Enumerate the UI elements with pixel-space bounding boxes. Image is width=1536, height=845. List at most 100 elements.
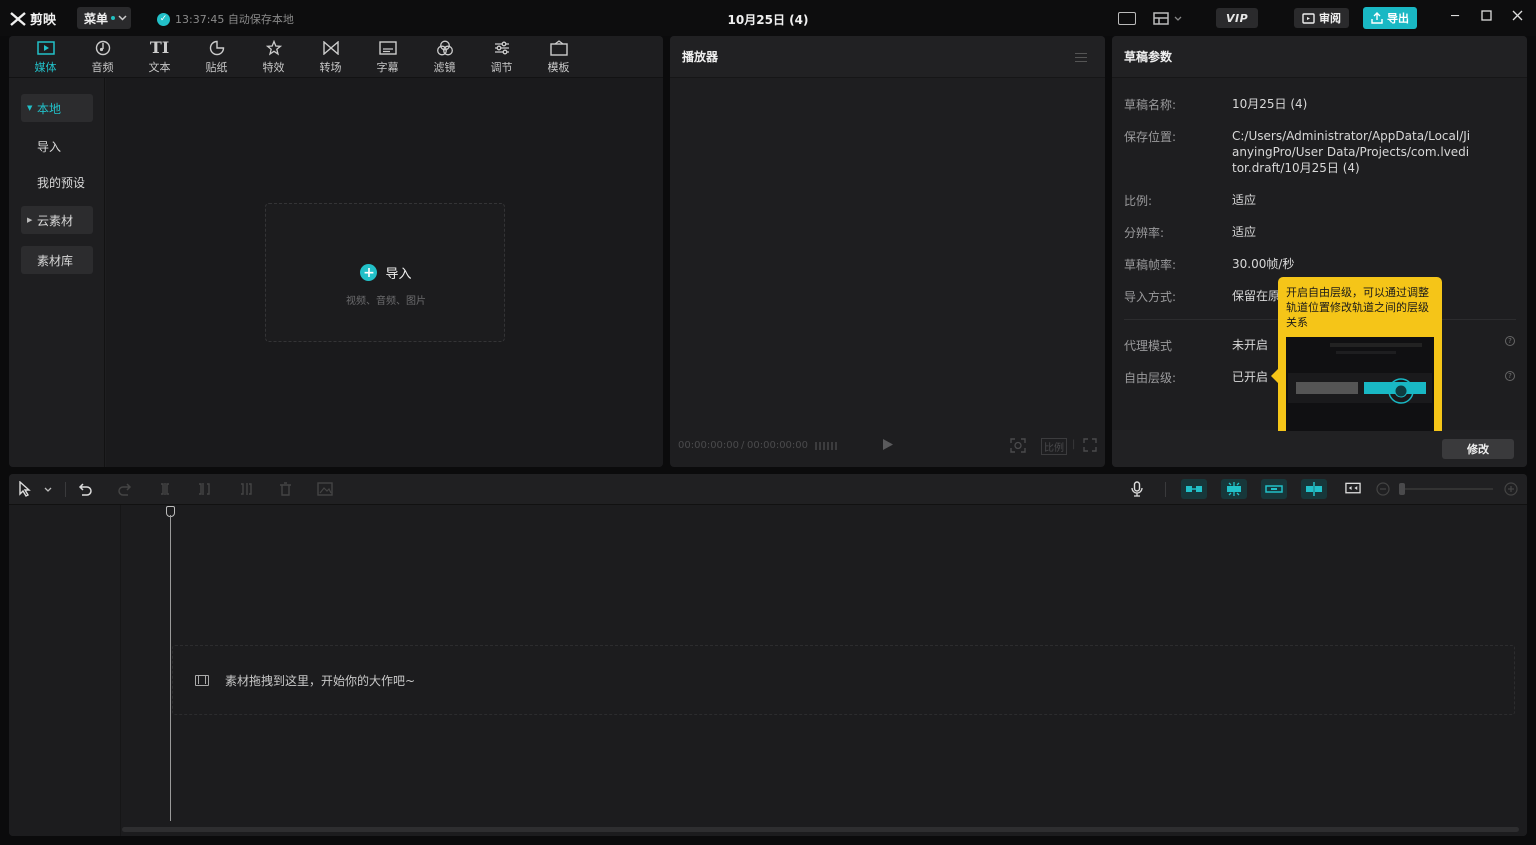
media-panel: 媒体 音频 TI 文本 贴纸 特效 转场 字幕 滤镜 调节 模板 ▼ 本地 导入… — [9, 36, 663, 467]
template-icon — [549, 39, 568, 56]
sidebar-item-presets[interactable]: 我的预设 — [21, 168, 93, 196]
media-sidebar: ▼ 本地 导入 我的预设 ▶ 云素材 素材库 — [9, 78, 105, 467]
split-icon[interactable] — [157, 481, 173, 497]
transition-icon — [322, 40, 340, 56]
menu-icon[interactable] — [1075, 53, 1087, 62]
delete-icon[interactable] — [277, 481, 293, 497]
sidebar-item-library[interactable]: 素材库 — [21, 246, 93, 274]
zoom-slider-track[interactable] — [1399, 488, 1493, 490]
timeline-panel: 素材拖拽到这里，开始你的大作吧~ — [9, 474, 1527, 836]
close-button[interactable] — [1510, 10, 1524, 24]
preview-axis-toggle[interactable] — [1301, 479, 1327, 499]
zoom-in-icon[interactable] — [1503, 481, 1519, 497]
horizontal-scrollbar[interactable] — [122, 827, 1519, 832]
select-cursor-icon[interactable] — [17, 481, 33, 497]
draft-title: 草稿参数 — [1124, 50, 1173, 64]
sidebar-item-cloud[interactable]: ▶ 云素材 — [21, 206, 93, 234]
subtitle-icon — [378, 40, 397, 56]
zoom-out-icon[interactable] — [1375, 481, 1391, 497]
timeline-dropzone[interactable]: 素材拖拽到这里，开始你的大作吧~ — [172, 645, 1515, 715]
media-icon — [36, 40, 55, 56]
tab-media[interactable]: 媒体 — [17, 36, 74, 78]
divider — [1165, 482, 1166, 497]
draft-footer: 修改 — [1112, 430, 1527, 467]
ratio-button[interactable]: 比例 — [1041, 438, 1067, 455]
microphone-icon[interactable] — [1129, 481, 1145, 497]
export-button[interactable]: 导出 — [1363, 7, 1417, 29]
magnet-icon — [1186, 486, 1202, 492]
film-icon — [195, 674, 209, 686]
menu-button[interactable]: 菜单 — [77, 7, 131, 29]
player-controls: 00:00:00:00 / 00:00:00:00 比例 | — [670, 423, 1105, 467]
help-icon[interactable]: ? — [1505, 371, 1515, 381]
effects-icon — [265, 39, 283, 56]
fullscreen-icon[interactable] — [1083, 438, 1097, 455]
shortcut-keyboard-icon[interactable] — [1118, 7, 1136, 29]
crop-image-icon[interactable] — [317, 481, 333, 497]
tab-sticker[interactable]: 贴纸 — [188, 36, 245, 78]
tab-label: 贴纸 — [205, 60, 228, 74]
timeline-preview-icon[interactable] — [1345, 481, 1361, 497]
current-time: 00:00:00:00 — [678, 439, 740, 451]
modify-button[interactable]: 修改 — [1442, 439, 1514, 459]
sidebar-item-import[interactable]: 导入 — [21, 132, 93, 160]
maximize-button[interactable] — [1479, 10, 1493, 24]
track-header-column — [9, 505, 121, 836]
split-left-icon[interactable] — [197, 481, 213, 497]
review-button[interactable]: 审阅 — [1294, 8, 1349, 28]
tab-subtitle[interactable]: 字幕 — [359, 36, 416, 78]
layout-button[interactable] — [1153, 7, 1182, 29]
zoom-slider-handle[interactable] — [1399, 483, 1405, 495]
fit-screen-icon[interactable] — [1010, 438, 1026, 456]
sticker-icon — [208, 40, 226, 56]
tab-label: 文本 — [148, 60, 171, 74]
tab-filter[interactable]: 滤镜 — [416, 36, 473, 78]
import-label: 导入 — [385, 267, 412, 282]
tab-label: 特效 — [262, 60, 285, 74]
undo-icon[interactable] — [77, 481, 93, 497]
player-viewport — [670, 78, 1105, 423]
row-value: 30.00帧/秒 — [1232, 257, 1295, 271]
layout-icon — [1153, 11, 1169, 25]
vip-button[interactable]: VIP — [1216, 8, 1259, 28]
play-icon[interactable] — [882, 438, 894, 454]
tab-adjust[interactable]: 调节 — [473, 36, 530, 78]
draft-row-resolution: 分辨率: 适应 — [1124, 224, 1514, 240]
review-label: 审阅 — [1319, 12, 1341, 25]
redo-icon[interactable] — [117, 481, 133, 497]
draft-row-location: 保存位置: C:/Users/Administrator/AppData/Loc… — [1124, 128, 1514, 176]
main-track-magnet-toggle[interactable] — [1181, 479, 1207, 499]
row-value: 适应 — [1232, 193, 1257, 207]
tooltip-arrow — [1271, 369, 1278, 383]
split-right-icon[interactable] — [237, 481, 253, 497]
autosave-text: 13:37:45 自动保存本地 — [175, 13, 294, 26]
notification-dot — [111, 16, 116, 20]
check-icon: ✓ — [157, 12, 170, 26]
free-layer-tooltip[interactable]: 开启自由层级，可以通过调整轨道位置修改轨道之间的层级关系 — [1278, 277, 1442, 431]
tab-text[interactable]: TI 文本 — [131, 36, 188, 78]
linkage-toggle[interactable] — [1261, 479, 1287, 499]
sidebar-item-local[interactable]: ▼ 本地 — [21, 94, 93, 122]
autosave-status: ✓ 13:37:45 自动保存本地 — [157, 11, 294, 27]
tab-audio[interactable]: 音频 — [74, 36, 131, 78]
help-icon[interactable]: ? — [1505, 336, 1515, 346]
maximize-icon — [1480, 10, 1492, 21]
chevron-down-icon[interactable] — [40, 481, 56, 497]
sidebar-item-label: 我的预设 — [37, 175, 86, 190]
import-dropzone[interactable]: + 导入 视频、音频、图片 — [265, 203, 505, 342]
row-value: 适应 — [1232, 225, 1257, 239]
tab-transition[interactable]: 转场 — [302, 36, 359, 78]
text-icon: TI — [149, 38, 170, 57]
playhead-line[interactable] — [170, 515, 171, 821]
tab-label: 转场 — [319, 60, 342, 74]
minimize-button[interactable]: ─ — [1448, 10, 1462, 24]
tab-template[interactable]: 模板 — [530, 36, 587, 78]
tooltip-text: 开启自由层级，可以通过调整轨道位置修改轨道之间的层级关系 — [1286, 286, 1429, 329]
waveform-icon — [815, 440, 837, 455]
audio-icon — [94, 40, 112, 56]
auto-snap-toggle[interactable] — [1221, 479, 1247, 499]
app-name: 剪映 — [30, 13, 57, 28]
row-label: 草稿名称: — [1124, 98, 1177, 112]
tab-effects[interactable]: 特效 — [245, 36, 302, 78]
draft-header: 草稿参数 — [1112, 36, 1527, 78]
